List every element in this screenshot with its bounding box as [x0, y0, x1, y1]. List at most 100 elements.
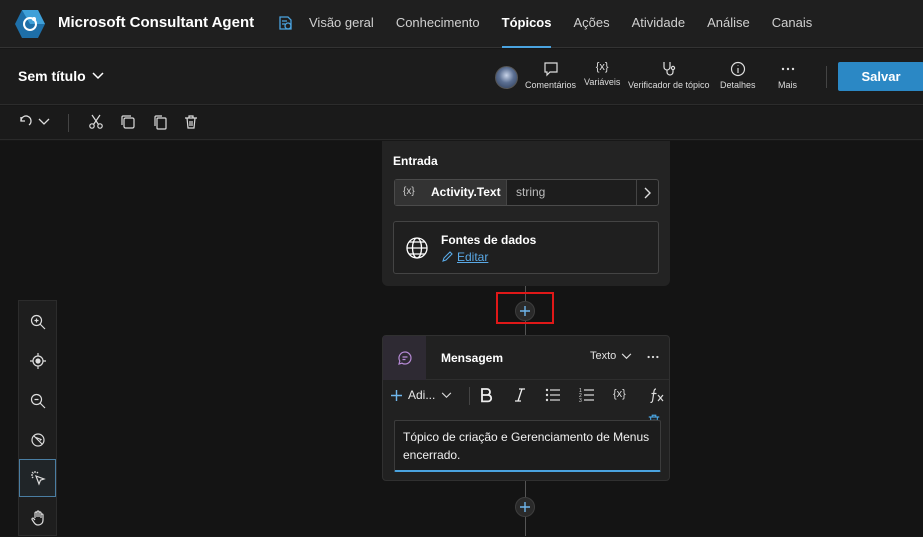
pan-mode-button[interactable]	[19, 499, 56, 537]
message-type-dropdown[interactable]: Texto	[590, 350, 632, 362]
message-node-header: Mensagem Texto	[383, 336, 669, 380]
paste-icon	[154, 115, 167, 130]
minimap-off-icon	[30, 433, 45, 447]
insert-formula-button[interactable]	[649, 387, 665, 403]
tab-acoes[interactable]: Ações	[562, 0, 620, 48]
add-node-button-bottom[interactable]	[515, 497, 535, 517]
tab-analise[interactable]: Análise	[696, 0, 761, 48]
comments-label: Comentários	[525, 80, 577, 90]
chat-icon	[397, 351, 412, 365]
variable-icon: {x}	[403, 186, 415, 197]
pencil-icon	[442, 251, 453, 262]
undo-button[interactable]	[17, 114, 33, 130]
zoom-out-button[interactable]	[19, 382, 56, 420]
toolbar-separator	[68, 114, 69, 132]
variable-name: Activity.Text	[431, 185, 501, 199]
edit-toolbar	[0, 106, 923, 140]
add-content-dropdown[interactable]: Adi...	[391, 388, 452, 402]
edit-data-sources-link[interactable]: Editar	[441, 250, 488, 264]
input-variable-chip[interactable]: {x} Activity.Text string	[394, 179, 659, 206]
topic-name: Sem título	[18, 68, 86, 84]
insert-variable-button[interactable]: {x}	[613, 388, 626, 400]
topic-name-dropdown[interactable]: Sem título	[18, 68, 104, 84]
main-tabs: Visão geral Conhecimento Tópicos Ações A…	[298, 0, 823, 48]
tab-canais[interactable]: Canais	[761, 0, 823, 48]
avatar[interactable]	[495, 66, 518, 89]
certificate-icon[interactable]	[277, 15, 294, 32]
cut-icon	[89, 114, 103, 129]
hand-pan-icon	[30, 510, 44, 526]
select-mode-button[interactable]	[19, 459, 56, 497]
tab-topicos[interactable]: Tópicos	[491, 0, 563, 48]
data-sources-title: Fontes de dados	[441, 233, 537, 247]
message-node-card[interactable]: Mensagem Texto Adi... 123 {x} Tópico de …	[382, 335, 670, 481]
comments-button[interactable]: Comentários	[525, 61, 576, 90]
more-label: Mais	[778, 80, 798, 90]
zoom-out-icon	[30, 393, 45, 409]
input-section-label: Entrada	[393, 154, 438, 168]
paste-button[interactable]	[152, 114, 168, 130]
topic-header-bar: Sem título Comentários {x} Variáveis Ver…	[0, 49, 923, 105]
numbered-list-button[interactable]: 123	[579, 387, 595, 403]
chevron-down-icon	[92, 72, 104, 80]
tab-atividade[interactable]: Atividade	[621, 0, 696, 48]
topic-checker-label: Verificador de tópico	[628, 80, 710, 90]
variables-label: Variáveis	[584, 77, 621, 87]
recenter-button[interactable]	[19, 342, 56, 380]
save-button[interactable]: Salvar	[838, 62, 923, 91]
trigger-node-card[interactable]: Entrada {x} Activity.Text string Fontes …	[382, 141, 670, 286]
message-text-input[interactable]: Tópico de criação e Gerenciamento de Men…	[394, 420, 661, 472]
plus-icon	[391, 389, 402, 401]
info-icon	[730, 61, 745, 77]
message-type-value: Texto	[590, 350, 617, 362]
add-content-label: Adi...	[408, 388, 436, 402]
chevron-down-icon	[38, 118, 50, 125]
undo-dropdown[interactable]	[38, 118, 50, 126]
message-type-icon-box	[383, 336, 426, 380]
italic-icon	[515, 388, 525, 402]
svg-text:3: 3	[579, 398, 582, 403]
chevron-right-icon	[644, 187, 651, 198]
toolbar-divider	[826, 66, 827, 88]
canvas-controls-panel	[18, 300, 57, 536]
italic-button[interactable]	[513, 387, 527, 403]
tab-visao-geral[interactable]: Visão geral	[298, 0, 385, 48]
details-button[interactable]: Detalhes	[720, 61, 756, 90]
bold-button[interactable]	[479, 387, 493, 403]
edit-link-label: Editar	[457, 250, 489, 264]
cut-button[interactable]	[88, 114, 104, 130]
variable-icon: {x}	[613, 388, 626, 400]
variables-button[interactable]: {x} Variáveis	[584, 61, 620, 87]
more-button[interactable]: Mais	[778, 61, 797, 90]
bullet-list-button[interactable]	[545, 387, 561, 403]
toolbar-separator	[469, 387, 470, 405]
plus-icon	[520, 502, 530, 512]
minimap-toggle-button[interactable]	[19, 421, 56, 459]
top-navigation-bar: Microsoft Consultant Agent Visão geral C…	[0, 0, 923, 48]
more-icon	[647, 355, 659, 359]
topic-checker-button[interactable]: Verificador de tópico	[628, 61, 710, 90]
bold-icon	[481, 388, 493, 403]
delete-button[interactable]	[183, 114, 199, 130]
copy-button[interactable]	[120, 114, 136, 130]
tab-conhecimento[interactable]: Conhecimento	[385, 0, 491, 48]
app-title: Microsoft Consultant Agent	[58, 14, 255, 31]
variable-expand-button[interactable]	[636, 180, 658, 205]
copy-icon	[121, 115, 135, 129]
zoom-in-button[interactable]	[19, 303, 56, 341]
app-logo-icon	[14, 9, 46, 39]
comment-icon	[543, 62, 558, 77]
select-cursor-icon	[30, 471, 46, 486]
node-more-button[interactable]	[646, 350, 660, 364]
message-node-title: Mensagem	[441, 351, 504, 365]
delete-icon	[185, 115, 197, 129]
globe-icon	[406, 237, 428, 259]
numbered-list-icon: 123	[579, 388, 594, 403]
undo-icon	[20, 115, 32, 126]
message-format-toolbar: Adi... 123 {x}	[383, 381, 669, 411]
data-sources-box: Fontes de dados Editar	[393, 221, 659, 274]
zoom-in-icon	[30, 314, 45, 330]
highlight-box	[496, 292, 554, 324]
chevron-down-icon	[621, 352, 632, 359]
details-label: Detalhes	[720, 80, 756, 90]
